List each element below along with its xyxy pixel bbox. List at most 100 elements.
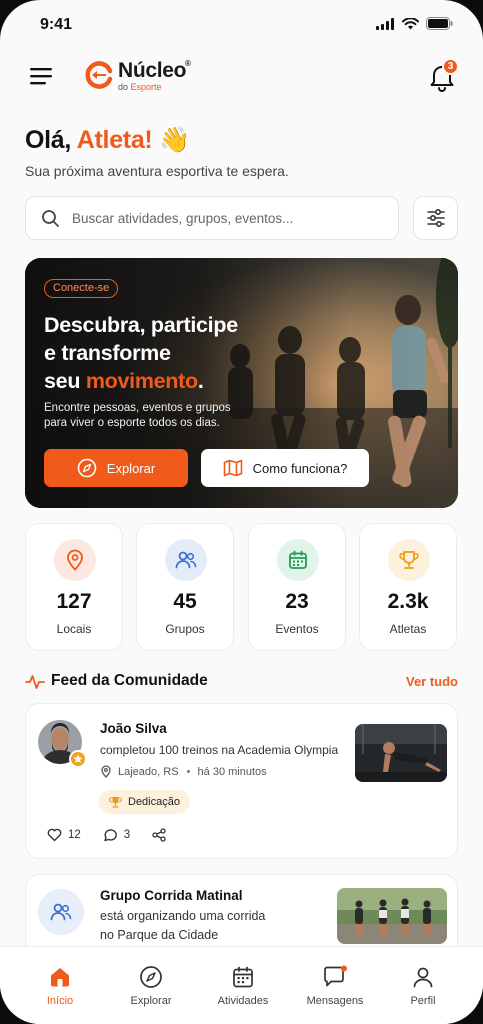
group-avatar[interactable] xyxy=(38,889,84,935)
stat-card-grupos[interactable]: 45 Grupos xyxy=(136,523,234,651)
feed-header: Feed da Comunidade Ver tudo xyxy=(25,671,458,693)
post-author[interactable]: Grupo Corrida Matinal xyxy=(100,888,243,903)
stat-label: Eventos xyxy=(275,622,319,636)
hero-text-line2: para viver o esporte todos os dias. xyxy=(44,417,220,429)
stat-card-locais[interactable]: 127 Locais xyxy=(25,523,123,651)
search-icon xyxy=(42,210,59,227)
hero-banner: Conecte-se Descubra, participe e transfo… xyxy=(25,258,458,508)
nav-profile[interactable]: Perfil xyxy=(383,965,463,1007)
post-text-line2: no Parque da Cidade xyxy=(100,928,219,942)
post-actions: 12 3 xyxy=(47,828,166,842)
notifications-button[interactable]: 3 xyxy=(428,58,459,92)
achievement-tag: Dedicação xyxy=(99,790,190,814)
explore-button[interactable]: Explorar xyxy=(44,449,188,487)
signal-icon xyxy=(376,17,394,30)
greeting-hello: Olá, xyxy=(25,126,72,154)
calendar-icon xyxy=(289,550,307,569)
stat-icon-wrap xyxy=(388,539,430,581)
search-input[interactable] xyxy=(72,197,382,239)
nav-label: Perfil xyxy=(410,995,436,1007)
hamburger-icon xyxy=(30,68,52,85)
workout-photo xyxy=(355,724,447,782)
notification-badge: 3 xyxy=(442,58,459,75)
see-all-link[interactable]: Ver tudo xyxy=(406,674,458,689)
post-text-line1: está organizando uma corrida xyxy=(100,909,266,923)
like-button[interactable]: 12 xyxy=(47,828,81,842)
location-icon xyxy=(101,765,111,778)
running-group-photo xyxy=(337,888,447,944)
logo-subtitle: do Esporte xyxy=(118,82,162,92)
share-button[interactable] xyxy=(152,828,166,842)
nav-label: Mensagens xyxy=(306,995,364,1007)
greeting-title: Olá, Atleta! 👋 xyxy=(25,126,190,155)
explore-button-label: Explorar xyxy=(106,460,156,476)
stat-icon-wrap xyxy=(277,539,319,581)
comment-count: 3 xyxy=(123,829,131,841)
feed-post[interactable]: João Silva completou 100 treinos na Acad… xyxy=(25,703,458,859)
search-box[interactable] xyxy=(25,196,399,240)
post-location: Lajeado, RS xyxy=(118,765,179,778)
post-image[interactable] xyxy=(337,888,447,944)
menu-button[interactable] xyxy=(28,64,54,88)
users-icon xyxy=(50,903,72,921)
stat-value: 45 xyxy=(173,590,197,613)
home-icon xyxy=(51,968,69,987)
hero-title-accent: movimento xyxy=(85,369,198,393)
post-text: está organizando uma corrida no Parque d… xyxy=(100,907,310,945)
post-text: completou 100 treinos na Academia Olympi… xyxy=(100,743,339,757)
bottom-navigation: Início Explorar Atividades Mensagens Per… xyxy=(0,946,483,1024)
logo-sub-accent: Esporte xyxy=(130,82,162,92)
calendar-icon xyxy=(233,966,253,988)
filter-button[interactable] xyxy=(413,196,458,240)
post-author[interactable]: João Silva xyxy=(100,721,167,736)
like-count: 12 xyxy=(68,829,81,841)
activity-icon xyxy=(25,675,45,689)
how-it-works-button[interactable]: Como funciona? xyxy=(201,449,369,487)
battery-icon xyxy=(426,17,453,30)
logo-sub-prefix: do xyxy=(118,82,129,92)
nav-label: Explorar xyxy=(130,995,172,1007)
user-icon xyxy=(413,967,433,988)
stat-value: 23 xyxy=(285,590,309,613)
comment-icon xyxy=(104,829,117,842)
status-bar: 9:41 xyxy=(0,0,483,50)
meta-dot xyxy=(186,770,190,773)
comment-button[interactable]: 3 xyxy=(103,828,130,842)
nav-explore[interactable]: Explorar xyxy=(111,965,191,1007)
status-icons xyxy=(376,17,453,30)
compass-icon xyxy=(140,966,162,988)
stat-card-eventos[interactable]: 23 Eventos xyxy=(248,523,346,651)
logo-registered: ® xyxy=(185,59,191,68)
nav-messages[interactable]: Mensagens xyxy=(295,965,375,1007)
users-icon xyxy=(175,551,197,569)
nav-home[interactable]: Início xyxy=(20,965,100,1007)
stat-value: 2.3k xyxy=(387,590,429,613)
how-it-works-label: Como funciona? xyxy=(252,460,348,476)
app-logo[interactable]: Núcleo ® do Esporte xyxy=(84,58,214,94)
hero-title-suffix: . xyxy=(197,369,204,393)
nav-label: Atividades xyxy=(217,995,269,1007)
app-screen: 9:41 Núcleo ® do Esporte 3 Olá, Atleta! … xyxy=(0,0,483,1024)
chat-icon xyxy=(324,965,347,987)
post-image[interactable] xyxy=(355,724,447,782)
greeting-name: Atleta! xyxy=(76,126,153,154)
feed-title: Feed da Comunidade xyxy=(51,672,208,689)
wifi-icon xyxy=(402,17,419,29)
sliders-icon xyxy=(426,209,445,227)
hero-title-line2: e transforme xyxy=(44,341,171,365)
heart-icon xyxy=(47,828,62,842)
hero-text-line1: Encontre pessoas, eventos e grupos xyxy=(44,402,231,414)
stat-label: Grupos xyxy=(165,622,205,636)
trophy-icon xyxy=(109,797,122,808)
stat-label: Atletas xyxy=(389,622,427,636)
achievement-badge xyxy=(69,750,87,768)
logo-name: Núcleo xyxy=(118,59,187,82)
achievement-tag-label: Dedicação xyxy=(128,796,180,808)
stat-card-atletas[interactable]: 2.3k Atletas xyxy=(359,523,457,651)
star-icon xyxy=(73,754,83,763)
greeting-subtitle: Sua próxima aventura esportiva te espera… xyxy=(25,163,289,179)
stat-value: 127 xyxy=(56,590,92,613)
hero-tag: Conecte-se xyxy=(44,279,119,298)
nav-activities[interactable]: Atividades xyxy=(203,965,283,1007)
location-icon xyxy=(67,549,83,571)
